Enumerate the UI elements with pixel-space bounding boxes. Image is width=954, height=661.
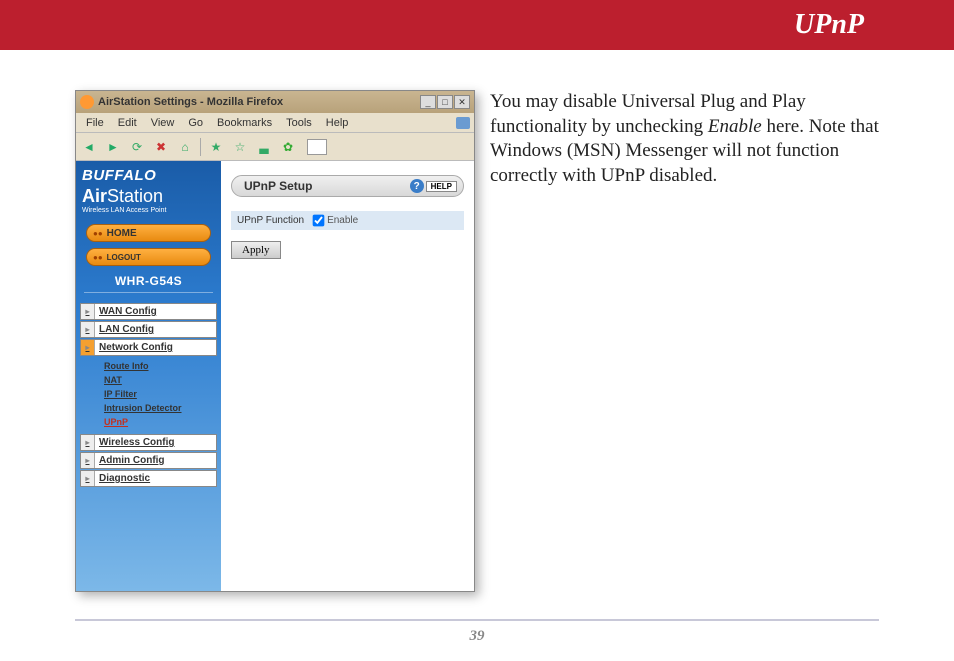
menu-view[interactable]: View — [145, 117, 181, 129]
page-title: UPnP — [794, 9, 864, 41]
enable-checkbox[interactable] — [313, 215, 325, 227]
subnav-route-info[interactable]: Route Info — [104, 359, 217, 373]
extension-icon[interactable]: ✿ — [279, 138, 297, 156]
maximize-button[interactable]: □ — [437, 95, 453, 109]
minimize-button[interactable]: _ — [420, 95, 436, 109]
home-button[interactable]: ⌂ — [176, 138, 194, 156]
subnav-nat[interactable]: NAT — [104, 373, 217, 387]
product-subtitle: Wireless LAN Access Point — [82, 207, 215, 214]
subnav-ip-filter[interactable]: IP Filter — [104, 387, 217, 401]
product-name: AirStation — [82, 186, 215, 207]
reload-button[interactable]: ⟳ — [128, 138, 146, 156]
nav-admin-config[interactable]: ▸Admin Config — [80, 452, 217, 469]
brand-logo: BUFFALO — [82, 167, 215, 184]
logo-area: BUFFALO AirStation Wireless LAN Access P… — [76, 161, 221, 218]
apply-button[interactable]: Apply — [231, 241, 281, 259]
browser-toolbar: ◄ ► ⟳ ✖ ⌂ ★ ☆ ▃ ✿ — [76, 133, 474, 161]
router-content: UPnP Setup ? HELP UPnP Function Enable A… — [221, 161, 474, 591]
firefox-icon — [80, 95, 94, 109]
window-title: AirStation Settings - Mozilla Firefox — [98, 96, 420, 108]
model-label: WHR-G54S — [76, 274, 221, 288]
download-icon[interactable]: ▃ — [255, 138, 273, 156]
forward-button[interactable]: ► — [104, 138, 122, 156]
search-box[interactable] — [307, 139, 327, 155]
subnav-upnp[interactable]: UPnP — [104, 415, 217, 429]
sub-nav-list: Route Info NAT IP Filter Intrusion Detec… — [80, 357, 217, 433]
throbber-icon — [456, 117, 470, 129]
paragraph: You may disable Universal Plug and Play … — [490, 90, 879, 189]
upnp-function-label: UPnP Function — [237, 215, 304, 226]
back-button[interactable]: ◄ — [80, 138, 98, 156]
close-button[interactable]: ✕ — [454, 95, 470, 109]
setup-title: UPnP Setup — [244, 179, 410, 193]
enable-label: Enable — [327, 215, 358, 226]
page-viewport: BUFFALO AirStation Wireless LAN Access P… — [76, 161, 474, 591]
menu-bookmarks[interactable]: Bookmarks — [211, 117, 278, 129]
router-sidebar: BUFFALO AirStation Wireless LAN Access P… — [76, 161, 221, 591]
menu-edit[interactable]: Edit — [112, 117, 143, 129]
divider — [84, 292, 213, 293]
setup-header: UPnP Setup ? HELP — [231, 175, 464, 197]
nav-wireless-config[interactable]: ▸Wireless Config — [80, 434, 217, 451]
nav-diagnostic[interactable]: ▸Diagnostic — [80, 470, 217, 487]
nav-lan-config[interactable]: ▸LAN Config — [80, 321, 217, 338]
nav-list: ▸WAN Config ▸LAN Config ▸Network Config … — [76, 303, 221, 487]
upnp-function-row: UPnP Function Enable — [231, 211, 464, 230]
browser-screenshot: AirStation Settings - Mozilla Firefox _ … — [75, 90, 475, 592]
menu-help[interactable]: Help — [320, 117, 355, 129]
help-button[interactable]: ? HELP — [410, 179, 457, 193]
window-titlebar: AirStation Settings - Mozilla Firefox _ … — [76, 91, 474, 113]
menu-go[interactable]: Go — [182, 117, 209, 129]
bookmark-icon[interactable]: ★ — [207, 138, 225, 156]
bookmark2-icon[interactable]: ☆ — [231, 138, 249, 156]
page-number: 39 — [0, 628, 954, 645]
page-header: UPnP — [0, 0, 954, 50]
home-link[interactable]: ●●HOME — [86, 224, 211, 242]
window-controls: _ □ ✕ — [420, 95, 470, 109]
help-icon: ? — [410, 179, 424, 193]
subnav-intrusion-detector[interactable]: Intrusion Detector — [104, 401, 217, 415]
nav-wan-config[interactable]: ▸WAN Config — [80, 303, 217, 320]
explanation-text: You may disable Universal Plug and Play … — [490, 90, 954, 592]
stop-button[interactable]: ✖ — [152, 138, 170, 156]
menu-file[interactable]: File — [80, 117, 110, 129]
browser-menubar: File Edit View Go Bookmarks Tools Help — [76, 113, 474, 133]
nav-network-config[interactable]: ▸Network Config — [80, 339, 217, 356]
footer-rule — [75, 619, 879, 621]
menu-tools[interactable]: Tools — [280, 117, 318, 129]
logout-link[interactable]: ●●LOGOUT — [86, 248, 211, 266]
